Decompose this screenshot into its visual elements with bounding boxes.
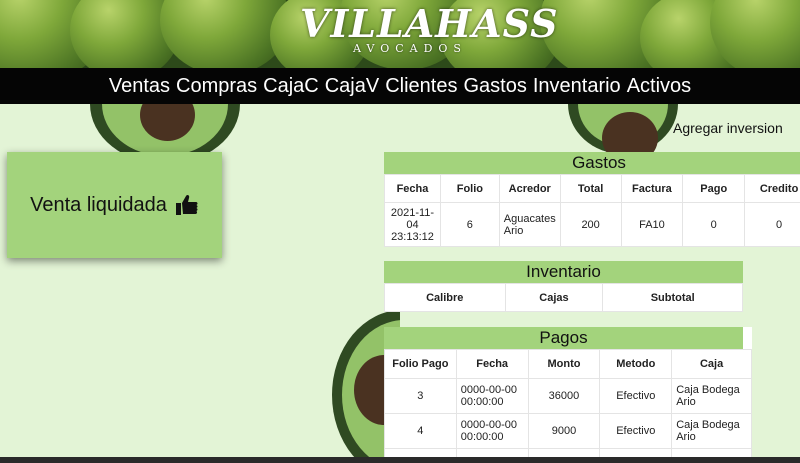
gastos-title: Gastos: [384, 152, 800, 174]
pagos-col-monto: Monto: [527, 349, 601, 379]
table-cell: 3: [384, 378, 457, 414]
table-cell: FA10: [620, 202, 684, 247]
table-header-row: Folio Pago Fecha Monto Metodo Caja: [384, 349, 752, 379]
horizontal-scrollbar[interactable]: [0, 457, 800, 463]
venta-liquidada-label: Venta liquidada: [30, 193, 167, 216]
nav-clientes[interactable]: Clientes: [385, 75, 457, 98]
add-investment-link[interactable]: Agregar inversion: [673, 120, 783, 136]
table-cell: 0: [744, 202, 800, 247]
table-cell: Caja Bodega Ario: [671, 413, 752, 449]
table-cell: Caja Bodega Ario: [671, 378, 752, 414]
table-row: 3 0000-00-00 00:00:00 36000 Efectivo Caj…: [384, 378, 752, 414]
nav-compras[interactable]: Compras: [176, 75, 257, 98]
gastos-col-pago: Pago: [682, 174, 746, 203]
gastos-table: Fecha Folio Acredor Total Factura Pago C…: [384, 174, 800, 247]
pagos-col-caja: Caja: [671, 349, 752, 379]
pagos-col-fecha: Fecha: [455, 349, 529, 379]
nav-inventario[interactable]: Inventario: [533, 75, 621, 98]
pagos-col-metodo: Metodo: [599, 349, 673, 379]
avocado-image: [710, 0, 800, 68]
nav-activos[interactable]: Activos: [627, 75, 691, 98]
gastos-section: Gastos Fecha Folio Acredor Total Factura…: [384, 152, 800, 247]
gastos-col-total: Total: [559, 174, 622, 203]
table-row: 2021-11-04 23:13:12 6 Aguacates Ario 200…: [384, 202, 800, 247]
table-cell: 200: [559, 202, 622, 247]
gastos-col-credito: Credito: [744, 174, 800, 203]
table-cell: Efectivo: [599, 378, 673, 414]
main-nav: Ventas Compras CajaC CajaV Clientes Gast…: [0, 68, 800, 104]
inventario-title: Inventario: [384, 261, 743, 283]
table-cell: Efectivo: [599, 413, 673, 449]
gastos-col-factura: Factura: [620, 174, 684, 203]
table-cell: 0000-00-00 00:00:00: [455, 378, 529, 414]
table-cell: 0: [682, 202, 746, 247]
inventario-col-calibre: Calibre: [384, 283, 506, 312]
venta-liquidada-card: Venta liquidada: [7, 152, 222, 258]
table-header-row: Calibre Cajas Subtotal: [384, 283, 743, 312]
nav-ventas[interactable]: Ventas: [109, 75, 170, 98]
table-cell: 4: [384, 413, 457, 449]
gastos-col-acredor: Acredor: [498, 174, 561, 203]
nav-cajav[interactable]: CajaV: [325, 75, 379, 98]
table-cell: Aguacates Ario: [498, 202, 561, 247]
table-header-row: Fecha Folio Acredor Total Factura Pago C…: [384, 174, 800, 203]
hero-banner: VILLAHASS AVOCADOS: [0, 0, 800, 68]
inventario-section: Inventario Calibre Cajas Subtotal: [384, 261, 743, 312]
pagos-section: Pagos Folio Pago Fecha Monto Metodo Caja…: [384, 327, 752, 463]
pagos-col-folio: Folio Pago: [384, 349, 457, 379]
nav-gastos[interactable]: Gastos: [463, 75, 526, 98]
gastos-col-fecha: Fecha: [384, 174, 441, 203]
table-cell: 6: [439, 202, 500, 247]
table-cell: 36000: [527, 378, 601, 414]
inventario-table: Calibre Cajas Subtotal: [384, 283, 743, 312]
table-cell: 9000: [527, 413, 601, 449]
pagos-table: Folio Pago Fecha Monto Metodo Caja 3 000…: [384, 349, 752, 463]
table-cell: 0000-00-00 00:00:00: [455, 413, 529, 449]
gastos-col-folio: Folio: [439, 174, 500, 203]
thumbs-up-icon: [175, 194, 198, 215]
pagos-title: Pagos: [384, 327, 743, 349]
nav-cajac[interactable]: CajaC: [263, 75, 319, 98]
inventario-col-subtotal: Subtotal: [602, 283, 743, 312]
brand-logo[interactable]: VILLAHASS AVOCADOS: [300, 1, 559, 56]
avocado-decoration: [560, 104, 680, 156]
table-cell: 2021-11-04 23:13:12: [384, 202, 441, 247]
table-row: 4 0000-00-00 00:00:00 9000 Efectivo Caja…: [384, 413, 752, 449]
inventario-col-cajas: Cajas: [504, 283, 604, 312]
brand-name: VILLAHASS: [300, 1, 559, 46]
